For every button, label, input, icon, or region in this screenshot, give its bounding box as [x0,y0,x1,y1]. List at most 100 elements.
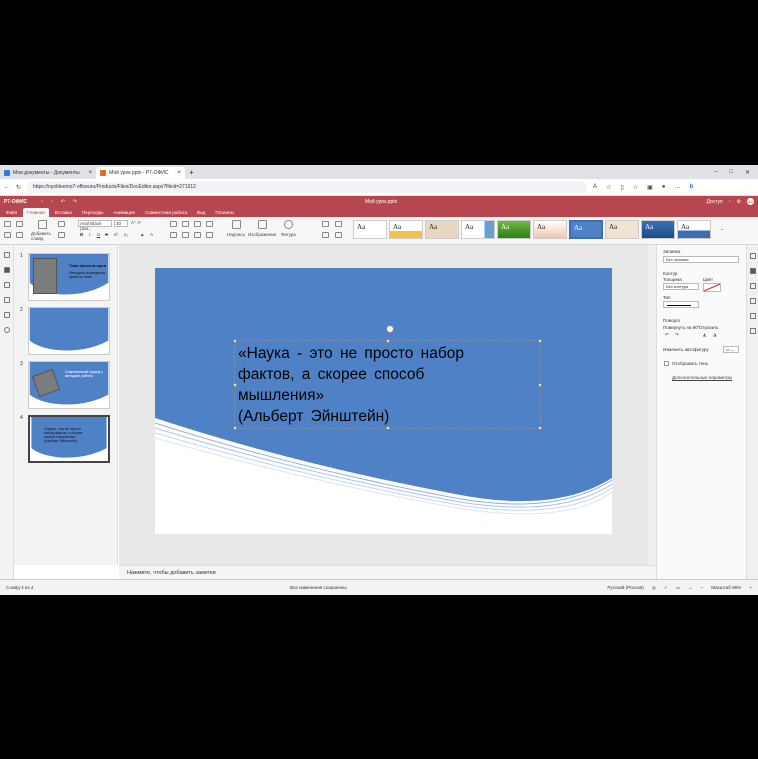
theme-blue-selected[interactable]: Aa [569,220,603,239]
save-icon[interactable]: ▫ [41,199,43,205]
subscript-icon[interactable]: x₂ [124,232,128,237]
underline-icon[interactable]: U [97,232,100,237]
arrange-icon[interactable] [322,221,329,227]
align-left-icon[interactable] [170,232,177,238]
format-painter-icon[interactable] [16,232,23,238]
cut-icon[interactable] [16,221,23,227]
resize-handle[interactable] [538,339,542,343]
fill-select[interactable]: Без заливки [663,256,739,263]
split-screen-icon[interactable]: ▯ [620,184,623,191]
resize-handle[interactable] [233,339,237,343]
bold-icon[interactable]: B [80,232,83,237]
shape-icon[interactable] [284,220,293,229]
zoom-in-icon[interactable]: + [749,585,752,590]
tab-plugins[interactable]: Плагины [211,208,238,217]
duplicate-icon[interactable] [58,232,65,238]
copilot-icon[interactable]: b [689,184,693,191]
notes-area[interactable]: Нажмите, чтобы добавить заметки [119,565,656,579]
slide-thumbnail[interactable] [28,307,110,355]
theme-peach[interactable]: Aa [533,220,567,239]
paragraph-settings-icon[interactable] [749,298,756,304]
more-icon[interactable]: … [674,184,680,191]
slides-icon[interactable] [3,267,10,273]
chat-icon[interactable] [3,297,10,303]
read-aloud-icon[interactable]: A [593,184,597,191]
font-grow-icon[interactable]: A⁺ A⁻ [131,220,143,226]
rotate-left-icon[interactable]: ↶ [665,332,669,338]
about-icon[interactable] [3,327,10,333]
redo-icon[interactable]: ↷ [73,199,77,205]
tab-collaboration[interactable]: Совместная работа [141,208,191,217]
reload-icon[interactable]: ↻ [16,184,21,191]
slide-thumbnail-selected[interactable]: «Наука - это не просто набор фактов, а с… [28,415,110,463]
theme-green[interactable]: Aa [497,220,531,239]
theme-blank[interactable]: Aa [353,220,387,239]
profile-icon[interactable]: ● [662,184,666,191]
slide-thumbnail[interactable]: Современный подход к методике работы [28,361,110,409]
line-spacing-icon[interactable] [206,221,213,227]
numbering-icon[interactable] [182,221,189,227]
layout-icon[interactable] [58,221,65,227]
slide-thumbnail[interactable]: Тема проекта идеи Методика проведения ур… [28,253,110,301]
bullets-icon[interactable] [170,221,177,227]
advanced-settings-link[interactable]: Дополнительные параметры [672,375,732,380]
collections-icon[interactable]: ▣ [647,184,653,191]
vertical-scrollbar[interactable] [648,245,656,565]
fit-slide-icon[interactable]: ▭ [676,585,680,591]
resize-handle[interactable] [233,383,237,387]
quote-textbox[interactable]: «Наука - это не просто набор фактов, а с… [233,325,542,430]
globe-icon[interactable]: ◎ [652,585,656,591]
access-button[interactable]: Доступ [706,199,722,205]
stroke-color-picker-icon[interactable] [703,283,721,292]
chart-settings-icon[interactable] [749,328,756,334]
zoom-out-icon[interactable]: – [701,585,704,590]
image-button[interactable]: Изображение [248,232,276,237]
chevron-down-icon[interactable]: ⌄ [720,226,724,232]
maximize-icon[interactable]: □ [729,169,733,176]
print-icon[interactable]: ▫ [51,199,53,205]
line-type-select[interactable] [663,301,699,308]
close-icon[interactable]: × [89,170,93,176]
flip-horizontal-icon[interactable]: ◭ [703,332,706,338]
rotate-handle-icon[interactable] [386,325,394,333]
quote-text[interactable]: «Наука - это не просто набор фактов, а с… [238,343,464,427]
tab-animation[interactable]: Анимация [109,208,139,217]
theme-official[interactable]: Aa [461,220,495,239]
settings-icon[interactable]: ⚙ [737,199,741,205]
tab-home[interactable]: Главная [23,208,49,217]
favorite-icon[interactable]: ☆ [606,184,611,191]
font-size-select[interactable]: 30 [114,220,128,227]
copy-icon[interactable] [4,232,11,238]
language-select[interactable]: Русский (Россия) [607,585,643,590]
theme-classic[interactable]: Aa [425,220,459,239]
url-field[interactable]: https://nyobleemo7-offoeuru/Products/Fil… [27,181,588,193]
current-slide[interactable]: «Наука - это не просто набор фактов, а с… [155,268,612,534]
autofigure-select[interactable]: ▭ ⌄ [723,346,739,353]
italic-icon[interactable]: I [89,232,90,237]
flip-vertical-icon[interactable]: ◮ [713,332,716,338]
align-right-icon[interactable] [194,232,201,238]
align-center-icon[interactable] [182,232,189,238]
shape-settings-icon[interactable] [749,268,756,274]
close-window-icon[interactable]: ✕ [745,169,750,176]
strikethrough-icon[interactable]: S [105,232,108,237]
resize-handle[interactable] [538,383,542,387]
image-icon[interactable] [258,220,267,229]
font-color-icon[interactable]: A [150,232,153,237]
minimize-icon[interactable]: – [714,169,717,176]
rotate-right-icon[interactable]: ↷ [675,332,679,338]
add-slide-button[interactable]: Добавить слайд [31,231,53,241]
image-settings-icon[interactable] [749,283,756,289]
tab-file[interactable]: Файл [2,208,21,217]
tab-view[interactable]: Вид [193,208,209,217]
add-slide-icon[interactable] [38,220,47,229]
textbox-icon[interactable] [232,220,241,229]
theme-dark-blue[interactable]: Aa [641,220,675,239]
open-location-icon[interactable]: ▫ [729,199,731,205]
slide-settings-icon[interactable] [749,253,756,259]
tab-transitions[interactable]: Переходы [78,208,108,217]
fit-width-icon[interactable]: ↔ [688,585,693,590]
align-shape-icon[interactable] [335,221,342,227]
indent-icon[interactable] [194,221,201,227]
copy-style-icon[interactable] [335,232,342,238]
